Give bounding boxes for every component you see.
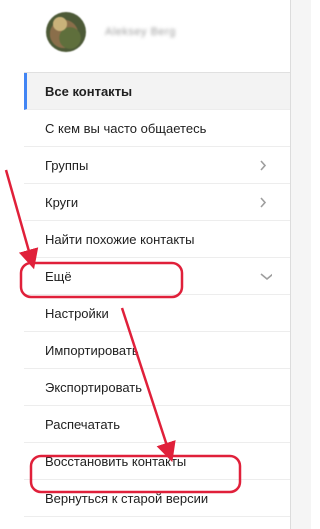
chevron-right-icon xyxy=(260,197,267,208)
sidebar-item-more[interactable]: Ещё xyxy=(24,258,290,295)
account-header: Aleksey Berg xyxy=(0,0,290,68)
sidebar-item-print[interactable]: Распечатать xyxy=(24,406,290,443)
sidebar-item-circles[interactable]: Круги xyxy=(24,184,290,221)
sidebar-item-label: Найти похожие контакты xyxy=(45,232,195,247)
sidebar-item-import[interactable]: Импортировать xyxy=(24,332,290,369)
sidebar-item-restore-contacts[interactable]: Восстановить контакты xyxy=(24,443,290,480)
contacts-sidebar: Aleksey Berg Все контакты С кем вы часто… xyxy=(0,0,291,529)
sidebar-menu: Все контакты С кем вы часто общаетесь Гр… xyxy=(24,73,290,517)
sidebar-item-label: Ещё xyxy=(45,269,72,284)
sidebar-item-label: Экспортировать xyxy=(45,380,142,395)
sidebar-item-export[interactable]: Экспортировать xyxy=(24,369,290,406)
chevron-down-icon xyxy=(260,273,272,281)
content-area-edge xyxy=(291,0,311,529)
sidebar-item-label: С кем вы часто общаетесь xyxy=(45,121,207,136)
avatar[interactable] xyxy=(46,12,86,52)
sidebar-item-settings[interactable]: Настройки xyxy=(24,295,290,332)
chevron-right-icon xyxy=(260,160,267,171)
sidebar-item-label: Восстановить контакты xyxy=(45,454,187,469)
sidebar-item-label: Группы xyxy=(45,158,89,173)
sidebar-item-label: Настройки xyxy=(45,306,109,321)
sidebar-item-all-contacts[interactable]: Все контакты xyxy=(24,73,290,110)
sidebar-item-old-version[interactable]: Вернуться к старой версии xyxy=(24,480,290,517)
sidebar-item-label: Все контакты xyxy=(45,84,133,99)
sidebar-item-label: Круги xyxy=(45,195,79,210)
account-name: Aleksey Berg xyxy=(105,26,176,38)
sidebar-item-groups[interactable]: Группы xyxy=(24,147,290,184)
sidebar-item-label: Вернуться к старой версии xyxy=(45,491,209,506)
sidebar-item-label: Импортировать xyxy=(45,343,139,358)
sidebar-item-frequent[interactable]: С кем вы часто общаетесь xyxy=(24,110,290,147)
sidebar-item-label: Распечатать xyxy=(45,417,121,432)
sidebar-item-find-duplicates[interactable]: Найти похожие контакты xyxy=(24,221,290,258)
